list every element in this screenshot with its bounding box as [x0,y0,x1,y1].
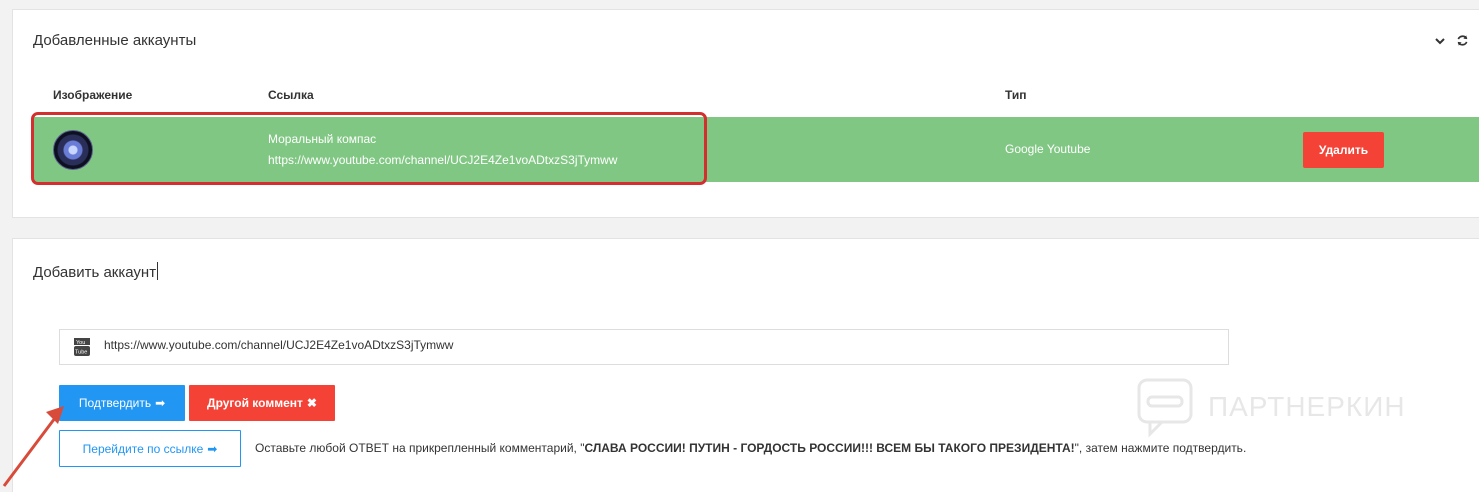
close-icon: ✖ [306,396,317,410]
accounts-panel: Добавленные аккаунты Изображение Ссылка … [12,9,1479,218]
follow-link-button[interactable]: Перейдите по ссылке ➡ [59,430,241,467]
watermark-text: ПАРТНЕРКИН [1208,391,1406,422]
svg-text:Tube: Tube [75,350,87,356]
delete-button[interactable]: Удалить [1303,132,1384,168]
column-header-type: Тип [1005,88,1027,102]
confirm-label: Подтвердить [78,396,152,410]
add-account-panel: Добавить аккаунт You Tube Подтвердить ➡ … [12,238,1479,492]
arrow-right-icon: ➡ [207,441,218,456]
instruction-text: Оставьте любой ОТВЕТ на прикрепленный ко… [255,441,1246,455]
channel-url-field[interactable]: You Tube [59,329,1229,365]
panel-header-icons [1434,34,1469,47]
other-comment-button[interactable]: Другой коммент ✖ [189,385,335,421]
chevron-down-icon[interactable] [1434,36,1446,46]
logo-icon [1137,378,1193,437]
follow-link-label: Перейдите по ссылке [82,441,204,456]
instruction-prefix: Оставьте любой ОТВЕТ на прикрепленный ко… [255,441,585,455]
annotation-arrow [2,406,64,487]
watermark: ПАРТНЕРКИН [1136,377,1406,437]
add-account-title: Добавить аккаунт [33,262,159,281]
column-header-link: Ссылка [268,88,314,102]
column-header-image: Изображение [53,88,133,102]
channel-url-input[interactable] [104,338,1204,352]
instruction-bold: СЛАВА РОССИИ! ПУТИН - ГОРДОСТЬ РОССИИ!!!… [584,441,1075,455]
account-type: Google Youtube [1005,142,1091,156]
text-cursor [157,262,159,280]
add-account-title-text: Добавить аккаунт [33,264,157,281]
accounts-panel-title: Добавленные аккаунты [33,32,197,49]
svg-text:You: You [76,340,85,346]
arrow-right-icon: ➡ [155,396,166,410]
highlight-box [31,112,707,185]
youtube-icon: You Tube [74,338,90,356]
refresh-icon[interactable] [1456,34,1469,47]
instruction-suffix: ", затем нажмите подтвердить. [1074,441,1247,455]
other-comment-label: Другой коммент [207,396,303,410]
